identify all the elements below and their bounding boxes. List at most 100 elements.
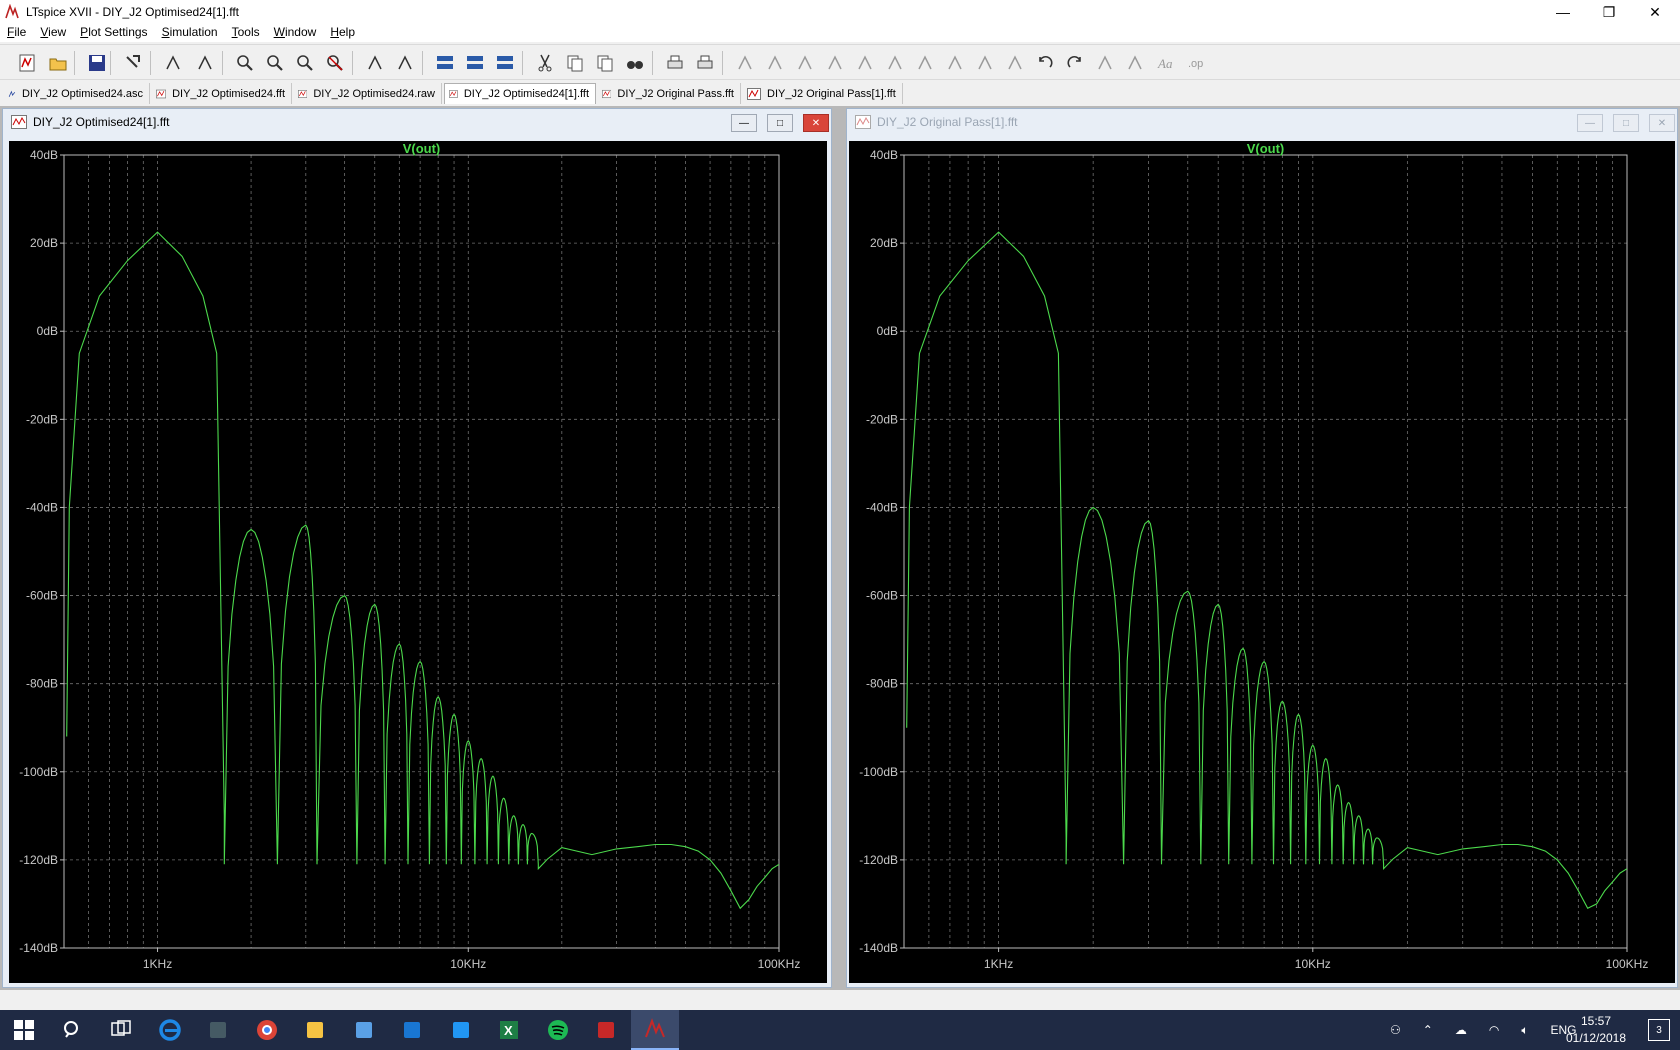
trace-label[interactable]: V(out)	[1247, 141, 1285, 156]
spice-directive-button[interactable]: .op	[1182, 50, 1208, 76]
taskbar-ltspice-button[interactable]	[630, 1010, 679, 1050]
doc-tab[interactable]: DIY_J2 Optimised24.asc	[4, 83, 150, 104]
taskbar-start-button[interactable]	[0, 1010, 48, 1050]
print-preview-button[interactable]	[662, 50, 688, 76]
save-button[interactable]	[84, 50, 110, 76]
taskbar-task-view-button[interactable]	[97, 1010, 145, 1050]
ground-button[interactable]	[762, 50, 788, 76]
pane-maximize-button[interactable]: □	[1613, 114, 1639, 132]
onedrive-icon[interactable]: ☁	[1455, 1023, 1467, 1037]
notification-center-button[interactable]: 3	[1648, 1019, 1670, 1041]
doc-tab[interactable]: DIY_J2 Optimised24.fft	[152, 83, 292, 104]
taskbar-app-button[interactable]	[582, 1010, 630, 1050]
find-button[interactable]	[622, 50, 648, 76]
control-panel-button[interactable]	[120, 50, 146, 76]
trace-label[interactable]: V(out)	[403, 141, 441, 156]
menu-simulation[interactable]: Simulation	[155, 25, 225, 39]
zoom-in-button[interactable]	[232, 50, 258, 76]
component-button[interactable]	[942, 50, 968, 76]
print-button[interactable]	[692, 50, 718, 76]
autorange-button[interactable]	[362, 50, 388, 76]
doc-tab[interactable]: DIY_J2 Optimised24[1].fft	[444, 83, 596, 104]
mark-unused-button[interactable]	[392, 50, 418, 76]
menu-file[interactable]: File	[0, 25, 33, 39]
menu-help[interactable]: Help	[323, 25, 362, 39]
taskbar-file-explorer-button[interactable]	[291, 1010, 339, 1050]
capacitor-button[interactable]	[852, 50, 878, 76]
cascade-icon	[467, 56, 483, 69]
clock[interactable]: 15:57 01/12/2018	[1560, 1013, 1632, 1047]
menu-plot-settings[interactable]: Plot Settings	[73, 25, 154, 39]
pane-close-button[interactable]: ✕	[1649, 114, 1675, 132]
taskbar-settings-app-button[interactable]	[437, 1010, 485, 1050]
fft-plot[interactable]: 40dB 20dB 0dB -20dB -40dB -60dB -80dB -100dB -12…	[9, 141, 827, 983]
people-icon[interactable]: ⚇	[1390, 1023, 1401, 1037]
fft-plot-svg[interactable]: 40dB 20dB 0dB -20dB -40dB -60dB -80dB -100dB -12…	[849, 141, 1675, 983]
taskbar-remote-desktop-button[interactable]	[340, 1010, 388, 1050]
paste-button[interactable]	[592, 50, 618, 76]
menu-tools[interactable]: Tools	[225, 25, 267, 39]
move-button[interactable]	[972, 50, 998, 76]
toolbar-separator	[522, 51, 523, 75]
copy-button[interactable]	[562, 50, 588, 76]
fft-plot[interactable]: 40dB 20dB 0dB -20dB -40dB -60dB -80dB -100dB -12…	[849, 141, 1675, 983]
tile-button[interactable]	[432, 50, 458, 76]
pane-minimize-button[interactable]: —	[731, 114, 757, 132]
pane-close-button[interactable]: ✕	[803, 114, 829, 132]
text-button[interactable]: Aa	[1152, 50, 1178, 76]
taskbar-chrome-button[interactable]	[243, 1010, 291, 1050]
zoom-fit-button[interactable]	[262, 50, 288, 76]
chrome-icon	[256, 1020, 277, 1040]
menu-window[interactable]: Window	[267, 25, 324, 39]
cut-button[interactable]	[532, 50, 558, 76]
restore-button[interactable]: ❐	[1586, 0, 1632, 24]
open-button[interactable]	[45, 50, 71, 76]
mirror-button[interactable]	[1122, 50, 1148, 76]
new-schematic-button[interactable]	[14, 50, 40, 76]
new-schematic-icon	[19, 54, 35, 72]
run-button[interactable]	[160, 50, 186, 76]
rotate-button[interactable]	[1092, 50, 1118, 76]
pane-original[interactable]: DIY_J2 Original Pass[1].fft — □ ✕ 40dB 20…	[846, 108, 1678, 988]
minimize-icon: —	[1556, 4, 1570, 20]
taskbar-spotify-button[interactable]	[534, 1010, 582, 1050]
draw-wire-button[interactable]	[732, 50, 758, 76]
diode-button[interactable]	[912, 50, 938, 76]
taskbar-edge-button[interactable]	[146, 1010, 194, 1050]
notification-count: 3	[1656, 1024, 1662, 1036]
halt-button[interactable]	[192, 50, 218, 76]
pane-maximize-button[interactable]: □	[767, 114, 793, 132]
copy-icon	[567, 55, 583, 72]
minimize-button[interactable]: —	[1540, 0, 1586, 24]
drag-button[interactable]	[1002, 50, 1028, 76]
taskbar-search-button[interactable]	[49, 1010, 97, 1050]
taskbar-store-button[interactable]	[388, 1010, 436, 1050]
inductor-button[interactable]	[882, 50, 908, 76]
y-tick-label: 0dB	[37, 324, 58, 338]
resistor-button[interactable]	[822, 50, 848, 76]
y-tick-label: -20dB	[866, 412, 898, 426]
cascade-button[interactable]	[462, 50, 488, 76]
resistor-icon	[828, 55, 842, 70]
undo-button[interactable]	[1032, 50, 1058, 76]
show-hidden-icon[interactable]: ⌃	[1423, 1023, 1433, 1037]
zoom-out-button[interactable]	[292, 50, 318, 76]
pane-minimize-button[interactable]: —	[1577, 114, 1603, 132]
fft-plot-svg[interactable]: 40dB 20dB 0dB -20dB -40dB -60dB -80dB -100dB -12…	[9, 141, 827, 983]
menu-view[interactable]: View	[33, 25, 73, 39]
pane-optimised[interactable]: DIY_J2 Optimised24[1].fft — □ ✕ 40dB 20dB…	[2, 108, 832, 988]
zoom-cancel-button[interactable]	[322, 50, 348, 76]
doc-tab[interactable]: DIY_J2 Optimised24.raw	[294, 83, 442, 104]
volume-icon[interactable]: 🔈︎	[1521, 1023, 1528, 1038]
doc-tab[interactable]: DIY_J2 Original Pass.fft	[598, 83, 741, 104]
taskbar-calculator-button[interactable]	[194, 1010, 242, 1050]
wifi-icon[interactable]: ◠	[1489, 1023, 1499, 1037]
taskbar-excel-button[interactable]: X	[485, 1010, 533, 1050]
y-tick-label: -120dB	[19, 853, 58, 867]
arrange-buttons-icon[interactable]	[492, 50, 518, 76]
close-button[interactable]: ✕	[1632, 0, 1678, 24]
app-icon	[598, 1022, 614, 1038]
label-net-button[interactable]	[792, 50, 818, 76]
redo-button[interactable]	[1062, 50, 1088, 76]
doc-tab[interactable]: DIY_J2 Original Pass[1].fft	[743, 83, 903, 104]
